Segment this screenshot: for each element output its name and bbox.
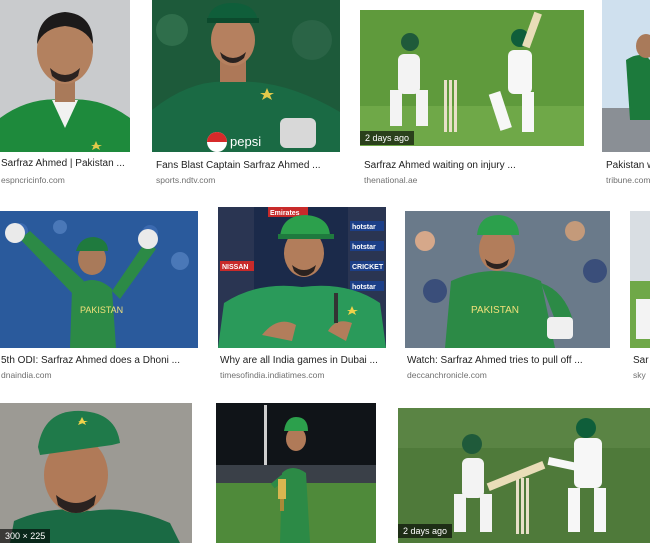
result-title[interactable]: Fans Blast Captain Sarfraz Ahmed ... [156,160,340,171]
sponsor-text: hotstar [352,284,376,291]
result-thumbnail[interactable]: Emirates hotstar NISSAN hotstar CRICKET … [218,207,386,348]
sponsor-text: CRICKET [352,264,384,271]
jersey-text: PAKISTAN [80,305,123,315]
sponsor-text: hotstar [352,244,376,251]
timestamp-badge: 2 days ago [360,131,415,145]
result-source: espncricinfo.com [1,175,65,185]
result-tile-2[interactable]: pepsi Fans Blast Captain Sarfraz Ahmed .… [152,0,340,186]
result-thumbnail[interactable] [398,408,650,543]
result-thumbnail[interactable] [602,0,650,152]
result-tile-11[interactable]: 2 days ago [398,408,650,543]
result-thumbnail[interactable] [0,403,192,543]
result-tile-8[interactable]: Sar sky [630,211,650,383]
result-title[interactable]: Sarfraz Ahmed | Pakistan ... [1,158,129,169]
jersey-text: PAKISTAN [471,305,519,316]
sponsor-text: Emirates [270,210,300,217]
result-tile-1[interactable]: Sarfraz Ahmed | Pakistan ... espncricinf… [0,0,130,186]
result-tile-4[interactable]: Pakistan w tribune.com [602,0,650,186]
result-tile-9[interactable]: 300 × 225 [0,403,192,543]
result-thumbnail[interactable] [0,0,130,152]
result-source: tribune.com [606,175,650,185]
result-thumbnail[interactable] [360,10,584,146]
timestamp-badge: 2 days ago [398,524,453,538]
result-title[interactable]: Pakistan w [606,160,650,171]
sponsor-text: NISSAN [222,264,248,271]
result-title[interactable]: Watch: Sarfraz Ahmed tries to pull off .… [407,355,610,366]
result-tile-7[interactable]: PAKISTAN Watch: Sarfraz Ahmed tries to p… [405,211,610,383]
result-source: sports.ndtv.com [156,175,216,185]
pepsi-logo-text: pepsi [230,134,261,149]
result-title[interactable]: Why are all India games in Dubai ... [220,355,386,366]
result-thumbnail[interactable]: PAKISTAN [405,211,610,348]
sponsor-text: hotstar [352,224,376,231]
result-source: dnaindia.com [1,370,52,380]
result-source: thenational.ae [364,175,418,185]
result-title[interactable]: 5th ODI: Sarfraz Ahmed does a Dhoni ... [1,355,197,366]
result-source: timesofindia.indiatimes.com [220,370,325,380]
result-thumbnail[interactable]: PAKISTAN [0,211,198,348]
result-title[interactable]: Sar [633,355,650,366]
result-tile-10[interactable] [216,403,376,543]
result-tile-5[interactable]: PAKISTAN 5th ODI: Sarfraz Ahmed does a D… [0,211,198,383]
result-source: sky [633,370,646,380]
result-tile-6[interactable]: Emirates hotstar NISSAN hotstar CRICKET … [218,207,386,383]
dimensions-badge: 300 × 225 [0,529,51,543]
result-title[interactable]: Sarfraz Ahmed waiting on injury ... [364,160,584,171]
result-source: deccanchronicle.com [407,370,487,380]
result-thumbnail[interactable] [630,211,650,348]
result-thumbnail[interactable]: pepsi [152,0,340,152]
result-tile-3[interactable]: 2 days ago Sarfraz Ahmed waiting on inju… [360,0,584,186]
result-thumbnail[interactable] [216,403,376,543]
